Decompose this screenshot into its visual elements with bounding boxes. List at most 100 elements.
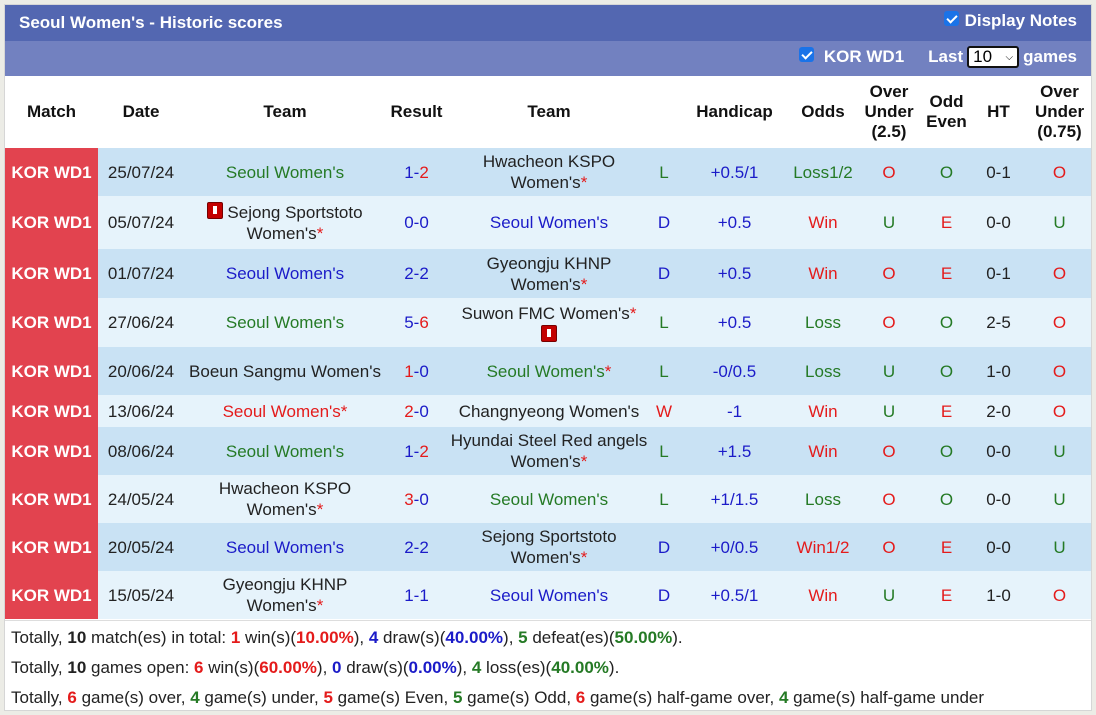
home-team[interactable]: Seoul Women's* — [184, 395, 386, 427]
home-team-name[interactable]: Seoul Women's — [226, 163, 344, 182]
away-team-name[interactable]: Hwacheon KSPO Women's — [483, 152, 615, 192]
summary-text: match(es) in total: — [86, 628, 231, 647]
match-result[interactable]: 3-0 — [386, 475, 447, 523]
home-team[interactable]: Seoul Women's — [184, 148, 386, 196]
home-star: * — [316, 223, 324, 243]
away-team-name[interactable]: Seoul Women's — [490, 586, 608, 605]
match-result[interactable]: 1-1 — [386, 571, 447, 619]
away-team-name[interactable]: Suwon FMC Women's — [462, 304, 630, 323]
away-team-name[interactable]: Hyundai Steel Red angels Women's — [451, 431, 648, 471]
match-date: 25/07/24 — [98, 148, 184, 196]
league-badge[interactable]: KOR WD1 — [5, 298, 98, 347]
col-over-under: Over Under (2.5) — [854, 76, 924, 148]
summary-value: 50.00% — [614, 628, 673, 647]
games-label: games — [1023, 47, 1077, 66]
match-row[interactable]: KOR WD1 08/06/24 Seoul Women's 1-2 Hyundai S… — [5, 427, 1091, 475]
home-team-name[interactable]: Seoul Women's — [226, 538, 344, 557]
match-result[interactable]: 5-6 — [386, 298, 447, 347]
league-badge[interactable]: KOR WD1 — [5, 249, 98, 298]
away-team[interactable]: Seoul Women's — [447, 196, 651, 249]
handicap: -0/0.5 — [677, 347, 792, 395]
away-team-name[interactable]: Seoul Women's — [490, 213, 608, 232]
away-team-name[interactable]: Seoul Women's — [490, 490, 608, 509]
match-row[interactable]: KOR WD1 01/07/24 Seoul Women's 2-2 Gyeongju … — [5, 249, 1091, 298]
home-team-name[interactable]: Boeun Sangmu Women's — [189, 362, 381, 381]
summary-value: 6 — [67, 688, 77, 707]
summary-text: Totally, — [11, 688, 68, 707]
league-badge[interactable]: KOR WD1 — [5, 475, 98, 523]
games-count-select[interactable]: 10 ⌵ — [967, 46, 1020, 68]
filter-bar: KOR WD1 Last 10 ⌵ games — [5, 41, 1091, 76]
match-result[interactable]: 1-2 — [386, 148, 447, 196]
away-team[interactable]: Seoul Women's — [447, 475, 651, 523]
match-row[interactable]: KOR WD1 13/06/24 Seoul Women's* 2-0 Changnye… — [5, 395, 1091, 427]
match-row[interactable]: KOR WD1 25/07/24 Seoul Women's 1-2 Hwacheon … — [5, 148, 1091, 196]
match-result[interactable]: 2-0 — [386, 395, 447, 427]
over-under: O — [854, 523, 924, 571]
home-team[interactable]: Seoul Women's — [184, 298, 386, 347]
match-result[interactable]: 2-2 — [386, 249, 447, 298]
away-team[interactable]: Changnyeong Women's — [447, 395, 651, 427]
match-row[interactable]: KOR WD1 20/06/24 Boeun Sangmu Women's 1-0 Se… — [5, 347, 1091, 395]
league-badge[interactable]: KOR WD1 — [5, 571, 98, 619]
match-result[interactable]: 0-0 — [386, 196, 447, 249]
home-team-name[interactable]: Seoul Women's* — [223, 402, 348, 421]
away-team-name[interactable]: Changnyeong Women's — [459, 402, 640, 421]
home-team-name[interactable]: Seoul Women's — [226, 264, 344, 283]
home-team[interactable]: Seoul Women's — [184, 249, 386, 298]
summary-text: ). — [608, 658, 620, 677]
away-team[interactable]: Seoul Women's* — [447, 347, 651, 395]
display-notes-toggle[interactable]: Display Notes — [943, 10, 1077, 31]
display-notes-checkbox[interactable] — [943, 10, 959, 26]
away-team[interactable]: Suwon FMC Women's* — [447, 298, 651, 347]
home-team[interactable]: Sejong Sportstoto Women's* — [184, 196, 386, 249]
league-badge[interactable]: KOR WD1 — [5, 523, 98, 571]
match-row[interactable]: KOR WD1 05/07/24 Sejong Sportstoto Women's… — [5, 196, 1091, 249]
match-result[interactable]: 1-0 — [386, 347, 447, 395]
away-team-name[interactable]: Sejong Sportstoto Women's — [481, 527, 616, 567]
home-team-name[interactable]: Sejong Sportstoto Women's — [227, 203, 362, 243]
over-under-075: O — [1028, 395, 1091, 427]
home-team-name[interactable]: Hwacheon KSPO Women's — [219, 479, 351, 519]
match-row[interactable]: KOR WD1 15/05/24 Gyeongju KHNP Women's* 1-1… — [5, 571, 1091, 619]
summary-text: game(s) Odd, — [462, 688, 576, 707]
home-team[interactable]: Seoul Women's — [184, 523, 386, 571]
summary-text: Totally, — [11, 658, 68, 677]
home-score: 2 — [404, 264, 414, 283]
league-badge[interactable]: KOR WD1 — [5, 395, 98, 427]
league-filter-checkbox[interactable] — [798, 46, 814, 62]
home-team[interactable]: Hwacheon KSPO Women's* — [184, 475, 386, 523]
win-loss: D — [651, 249, 677, 298]
win-loss: L — [651, 475, 677, 523]
win-loss: W — [651, 395, 677, 427]
home-team[interactable]: Seoul Women's — [184, 427, 386, 475]
league-badge[interactable]: KOR WD1 — [5, 427, 98, 475]
away-team[interactable]: Hyundai Steel Red angels Women's* — [447, 427, 651, 475]
away-team[interactable]: Hwacheon KSPO Women's* — [447, 148, 651, 196]
home-team[interactable]: Boeun Sangmu Women's — [184, 347, 386, 395]
league-badge[interactable]: KOR WD1 — [5, 148, 98, 196]
away-team[interactable]: Gyeongju KHNP Women's* — [447, 249, 651, 298]
match-row[interactable]: KOR WD1 24/05/24 Hwacheon KSPO Women's* 3-0… — [5, 475, 1091, 523]
home-team-name[interactable]: Gyeongju KHNP Women's — [223, 575, 348, 615]
away-team[interactable]: Seoul Women's — [447, 571, 651, 619]
away-team-name[interactable]: Gyeongju KHNP Women's — [487, 254, 612, 294]
over-under-075: U — [1028, 196, 1091, 249]
home-team[interactable]: Gyeongju KHNP Women's* — [184, 571, 386, 619]
summary-text: ), — [316, 658, 333, 677]
home-team-name[interactable]: Seoul Women's — [226, 442, 344, 461]
summary-value: 4 — [368, 628, 379, 647]
home-team-name[interactable]: Seoul Women's — [226, 313, 344, 332]
odds-result: Win — [792, 395, 854, 427]
red-card-icon — [541, 325, 557, 342]
summary-text: loss(es)( — [481, 658, 552, 677]
league-badge[interactable]: KOR WD1 — [5, 196, 98, 249]
match-row[interactable]: KOR WD1 20/05/24 Seoul Women's 2-2 Sejong Sp… — [5, 523, 1091, 571]
match-row[interactable]: KOR WD1 27/06/24 Seoul Women's 5-6 Suwon FMC… — [5, 298, 1091, 347]
match-result[interactable]: 1-2 — [386, 427, 447, 475]
league-badge[interactable]: KOR WD1 — [5, 347, 98, 395]
match-result[interactable]: 2-2 — [386, 523, 447, 571]
away-team[interactable]: Sejong Sportstoto Women's* — [447, 523, 651, 571]
handicap: +1/1.5 — [677, 475, 792, 523]
away-team-name[interactable]: Seoul Women's — [487, 362, 605, 381]
